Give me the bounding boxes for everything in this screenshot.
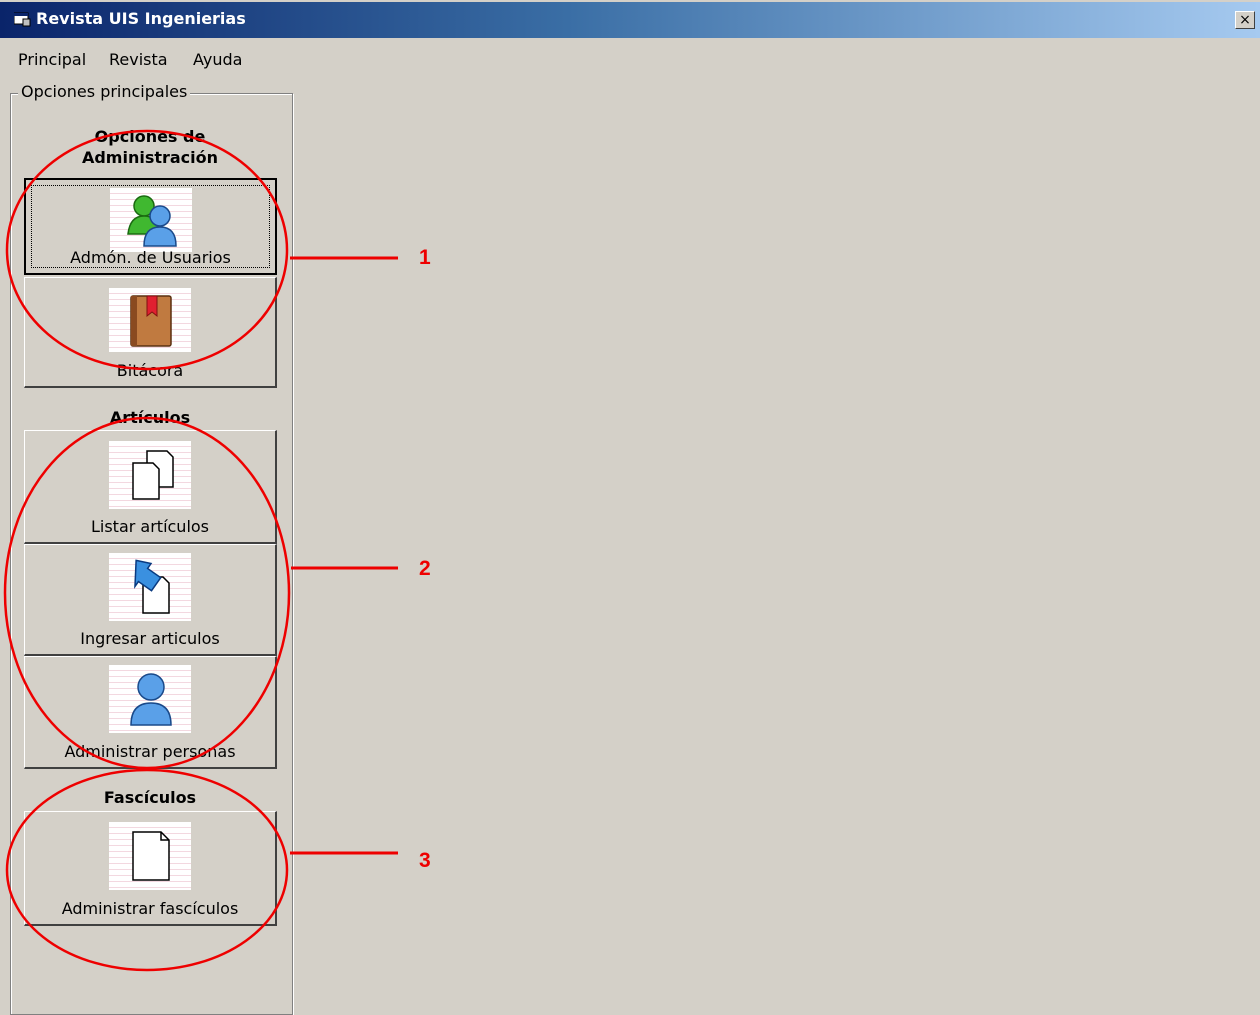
listar-articulos-label: Listar artículos xyxy=(90,517,210,536)
listar-articulos-button[interactable]: Listar artículos xyxy=(24,430,277,544)
bitacora-label: Bitácora xyxy=(116,361,184,380)
import-document-icon xyxy=(109,553,191,621)
document-icon xyxy=(109,822,191,890)
administrar-personas-button[interactable]: Administrar personas xyxy=(24,656,277,769)
menu-ayuda[interactable]: Ayuda xyxy=(193,50,242,69)
title-bar: Revista UIS Ingenierias × xyxy=(0,0,1260,38)
administrar-personas-label: Administrar personas xyxy=(64,742,236,761)
annotation-number-3: 3 xyxy=(419,849,431,872)
annotation-number-2: 2 xyxy=(419,557,431,580)
ingresar-articulos-button[interactable]: Ingresar articulos xyxy=(24,544,277,656)
users-icon xyxy=(109,188,192,252)
administrar-fasciculos-label: Administrar fascículos xyxy=(61,899,239,918)
menu-revista[interactable]: Revista xyxy=(109,50,168,69)
section-title-admin: Opciones de Administración xyxy=(81,127,219,167)
ingresar-articulos-label: Ingresar articulos xyxy=(80,629,220,648)
admin-users-label: Admón. de Usuarios xyxy=(70,248,231,267)
documents-icon xyxy=(109,441,191,509)
section-title-articulos: Artículos xyxy=(109,408,191,427)
book-icon xyxy=(109,288,191,352)
close-button[interactable]: × xyxy=(1235,11,1255,29)
person-icon xyxy=(109,665,191,733)
section-title-fasciculos: Fascículos xyxy=(103,788,197,807)
app-icon xyxy=(14,12,31,27)
window-title: Revista UIS Ingenierias xyxy=(36,9,246,28)
bitacora-button[interactable]: Bitácora xyxy=(24,277,277,388)
frame-label: Opciones principales xyxy=(18,82,191,101)
administrar-fasciculos-button[interactable]: Administrar fascículos xyxy=(24,811,277,926)
annotation-number-1: 1 xyxy=(419,246,431,269)
menu-principal[interactable]: Principal xyxy=(18,50,86,69)
close-icon: × xyxy=(1239,12,1251,28)
admin-users-button[interactable]: Admón. de Usuarios xyxy=(24,178,277,275)
